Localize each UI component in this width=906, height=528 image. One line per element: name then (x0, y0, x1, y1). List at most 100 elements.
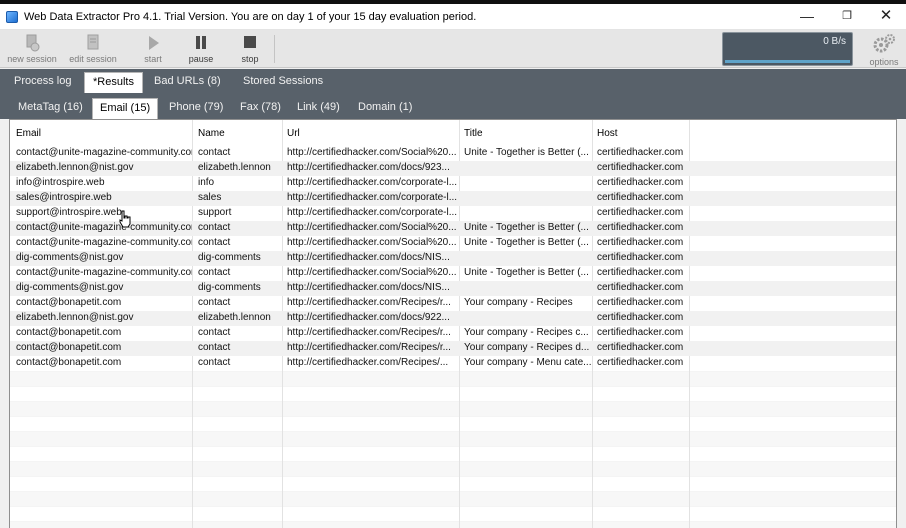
cell-email: info@introspire.web (16, 177, 105, 188)
pause-label: pause (188, 54, 214, 64)
start-button[interactable]: start (127, 34, 179, 66)
empty-row (10, 401, 896, 416)
pause-icon (196, 36, 206, 49)
cell-email: contact@unite-magazine-community.com (16, 237, 192, 248)
minimize-button[interactable]: — (787, 4, 827, 30)
tab-fax[interactable]: Fax (78) (233, 98, 288, 119)
cell-url: http://certifiedhacker.com/corporate-l..… (287, 207, 458, 218)
app-logo-icon (6, 11, 18, 23)
hand-cursor-icon (119, 210, 131, 228)
column-header-name[interactable]: Name (198, 128, 225, 139)
table-row[interactable]: sales@introspire.web sales http://certifie… (10, 191, 896, 206)
speed-value: 0 B/s (823, 36, 846, 47)
cell-url: http://certifiedhacker.com/docs/922... (287, 312, 450, 323)
cell-url: http://certifiedhacker.com/Recipes/r... (287, 297, 451, 308)
tab-results[interactable]: *Results (84, 72, 143, 93)
cell-host: certifiedhacker.com (597, 297, 684, 308)
results-grid[interactable]: Email Name Url Title Host contact@unite-… (9, 119, 897, 528)
table-row[interactable]: contact@unite-magazine-community.com cont… (10, 221, 896, 236)
cell-name: elizabeth.lennon (198, 162, 271, 173)
tab-email[interactable]: Email (15) (92, 98, 159, 119)
table-row[interactable]: dig-comments@nist.gov dig-comments http://… (10, 281, 896, 296)
stop-button[interactable]: stop (224, 34, 276, 66)
cell-name: info (198, 177, 215, 188)
stop-label: stop (241, 54, 259, 64)
new-session-label: new session (7, 54, 57, 64)
empty-row (10, 506, 896, 521)
cell-url: http://certifiedhacker.com/docs/NIS... (287, 282, 450, 293)
cell-host: certifiedhacker.com (597, 342, 684, 353)
cell-email: contact@unite-magazine-community.com (16, 147, 192, 158)
options-button[interactable]: options (864, 33, 904, 67)
maximize-button[interactable]: ❐ (827, 4, 867, 30)
cell-email: dig-comments@nist.gov (16, 252, 124, 263)
cell-name: contact (198, 342, 231, 353)
new-session-button[interactable]: new session (6, 34, 58, 66)
cell-host: certifiedhacker.com (597, 267, 684, 278)
empty-row (10, 461, 896, 476)
tab-stored-sessions[interactable]: Stored Sessions (235, 72, 331, 93)
cell-url: http://certifiedhacker.com/Recipes/r... (287, 327, 451, 338)
empty-row (10, 491, 896, 506)
cell-host: certifiedhacker.com (597, 222, 684, 233)
column-header-title[interactable]: Title (464, 128, 483, 139)
table-row[interactable]: contact@unite-magazine-community.com cont… (10, 146, 896, 161)
new-session-icon (26, 34, 40, 52)
empty-row (10, 431, 896, 446)
column-header-url[interactable]: Url (287, 128, 300, 139)
cell-email: elizabeth.lennon@nist.gov (16, 312, 134, 323)
edit-session-button[interactable]: edit session (67, 34, 119, 66)
cell-title: Unite - Together is Better (... (464, 147, 589, 158)
cell-url: http://certifiedhacker.com/Social%20... (287, 267, 457, 278)
cell-title: Unite - Together is Better (... (464, 237, 589, 248)
cell-name: dig-comments (198, 252, 261, 263)
cell-email: dig-comments@nist.gov (16, 282, 124, 293)
table-row[interactable]: contact@unite-magazine-community.com cont… (10, 236, 896, 251)
table-row[interactable]: elizabeth.lennon@nist.gov elizabeth.lenno… (10, 161, 896, 176)
empty-row (10, 416, 896, 431)
window-title: Web Data Extractor Pro 4.1. Trial Versio… (24, 11, 477, 23)
table-row[interactable]: contact@unite-magazine-community.com cont… (10, 266, 896, 281)
cell-title: Your company - Recipes c... (464, 327, 589, 338)
table-row[interactable]: contact@bonapetit.com contact http://certi… (10, 326, 896, 341)
speed-meter: 0 B/s (722, 32, 853, 66)
table-row[interactable]: contact@bonapetit.com contact http://certi… (10, 356, 896, 371)
cell-title: Your company - Recipes d... (464, 342, 590, 353)
cell-email: contact@bonapetit.com (16, 357, 122, 368)
cell-url: http://certifiedhacker.com/Social%20... (287, 237, 457, 248)
tab-phone[interactable]: Phone (79) (162, 98, 230, 119)
cell-title: Unite - Together is Better (... (464, 267, 589, 278)
table-row[interactable]: dig-comments@nist.gov dig-comments http://… (10, 251, 896, 266)
toolbar: new session edit session start pause sto… (0, 30, 906, 68)
table-row[interactable]: contact@bonapetit.com contact http://certi… (10, 341, 896, 356)
tab-bad-urls[interactable]: Bad URLs (8) (146, 72, 229, 93)
tab-link[interactable]: Link (49) (290, 98, 347, 119)
cell-email: contact@unite-magazine-community.com (16, 222, 192, 233)
cell-name: contact (198, 327, 231, 338)
play-icon (149, 36, 159, 50)
tab-domain[interactable]: Domain (1) (351, 98, 419, 119)
table-row[interactable]: contact@bonapetit.com contact http://certi… (10, 296, 896, 311)
close-button[interactable]: ✕ (866, 4, 906, 30)
pause-button[interactable]: pause (175, 34, 227, 66)
cell-email: sales@introspire.web (16, 192, 112, 203)
empty-row (10, 386, 896, 401)
cell-host: certifiedhacker.com (597, 282, 684, 293)
table-row[interactable]: elizabeth.lennon@nist.gov elizabeth.lenno… (10, 311, 896, 326)
cell-url: http://certifiedhacker.com/docs/923... (287, 162, 450, 173)
empty-row (10, 446, 896, 461)
empty-row (10, 521, 896, 528)
cell-url: http://certifiedhacker.com/Recipes/... (287, 357, 449, 368)
cell-url: http://certifiedhacker.com/Recipes/r... (287, 342, 451, 353)
tab-process-log[interactable]: Process log (6, 72, 79, 93)
table-row[interactable]: support@introspire.web support http://cert… (10, 206, 896, 221)
column-header-host[interactable]: Host (597, 128, 618, 139)
table-row[interactable]: info@introspire.web info http://certifiedh… (10, 176, 896, 191)
column-header-email[interactable]: Email (16, 128, 41, 139)
tab-metatag[interactable]: MetaTag (16) (11, 98, 90, 119)
cell-name: contact (198, 147, 231, 158)
cell-host: certifiedhacker.com (597, 327, 684, 338)
cell-email: elizabeth.lennon@nist.gov (16, 162, 134, 173)
cell-name: contact (198, 222, 231, 233)
cell-url: http://certifiedhacker.com/corporate-l..… (287, 177, 458, 188)
